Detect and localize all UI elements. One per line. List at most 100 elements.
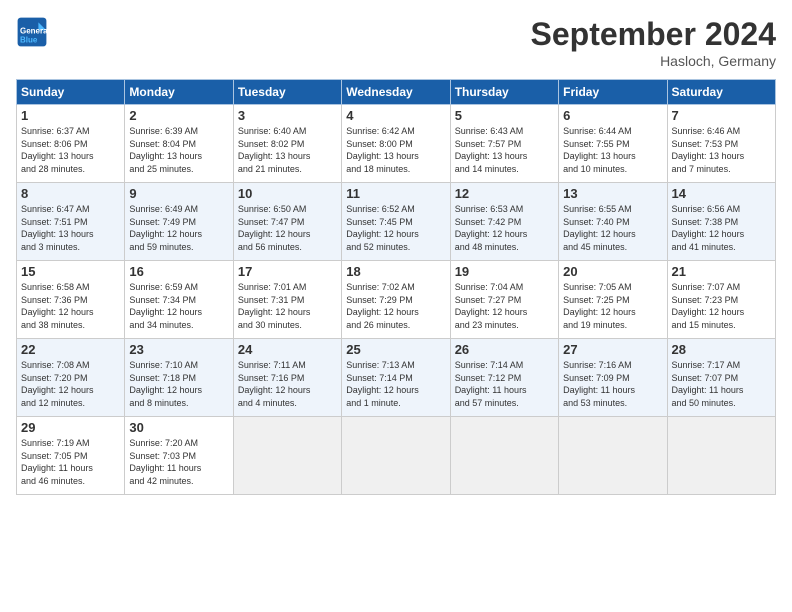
table-cell [450, 417, 558, 495]
logo-icon: General Blue [16, 16, 48, 48]
col-saturday: Saturday [667, 80, 775, 105]
table-cell: 28 Sunrise: 7:17 AMSunset: 7:07 PMDayligh… [667, 339, 775, 417]
col-tuesday: Tuesday [233, 80, 341, 105]
day-number: 18 [346, 264, 445, 279]
table-cell: 27 Sunrise: 7:16 AMSunset: 7:09 PMDayligh… [559, 339, 667, 417]
day-info: Sunrise: 6:53 AMSunset: 7:42 PMDaylight:… [455, 203, 554, 253]
table-cell: 7Sunrise: 6:46 AMSunset: 7:53 PMDaylight… [667, 105, 775, 183]
table-row: 22 Sunrise: 7:08 AMSunset: 7:20 PMDayligh… [17, 339, 776, 417]
col-sunday: Sunday [17, 80, 125, 105]
table-row: 1 Sunrise: 6:37 AMSunset: 8:06 PMDaylight… [17, 105, 776, 183]
col-wednesday: Wednesday [342, 80, 450, 105]
day-number: 1 [21, 108, 120, 123]
table-cell: 8 Sunrise: 6:47 AMSunset: 7:51 PMDaylight… [17, 183, 125, 261]
table-cell: 6 Sunrise: 6:44 AMSunset: 7:55 PMDaylight… [559, 105, 667, 183]
day-info: Sunrise: 7:13 AMSunset: 7:14 PMDaylight:… [346, 359, 445, 409]
table-cell: 13 Sunrise: 6:55 AMSunset: 7:40 PMDayligh… [559, 183, 667, 261]
table-cell: 23 Sunrise: 7:10 AMSunset: 7:18 PMDayligh… [125, 339, 233, 417]
location: Hasloch, Germany [531, 53, 776, 69]
day-info: Sunrise: 6:52 AMSunset: 7:45 PMDaylight:… [346, 203, 445, 253]
day-info: Sunrise: 7:04 AMSunset: 7:27 PMDaylight:… [455, 281, 554, 331]
day-info: Sunrise: 6:47 AMSunset: 7:51 PMDaylight:… [21, 203, 120, 253]
day-number: 24 [238, 342, 337, 357]
day-number: 19 [455, 264, 554, 279]
col-thursday: Thursday [450, 80, 558, 105]
day-number: 25 [346, 342, 445, 357]
table-cell: 22 Sunrise: 7:08 AMSunset: 7:20 PMDayligh… [17, 339, 125, 417]
header-row: Sunday Monday Tuesday Wednesday Thursday… [17, 80, 776, 105]
day-info: Sunrise: 7:05 AMSunset: 7:25 PMDaylight:… [563, 281, 662, 331]
day-info: Sunrise: 7:10 AMSunset: 7:18 PMDaylight:… [129, 359, 228, 409]
table-cell: 12 Sunrise: 6:53 AMSunset: 7:42 PMDayligh… [450, 183, 558, 261]
table-cell: 20 Sunrise: 7:05 AMSunset: 7:25 PMDayligh… [559, 261, 667, 339]
table-cell [342, 417, 450, 495]
day-info: Sunrise: 6:50 AMSunset: 7:47 PMDaylight:… [238, 203, 337, 253]
day-info: Sunrise: 6:42 AMSunset: 8:00 PMDaylight:… [346, 125, 445, 175]
day-number: 16 [129, 264, 228, 279]
table-cell: 3Sunrise: 6:40 AMSunset: 8:02 PMDaylight… [233, 105, 341, 183]
table-cell: 29Sunrise: 7:19 AMSunset: 7:05 PMDayligh… [17, 417, 125, 495]
table-cell: 9 Sunrise: 6:49 AMSunset: 7:49 PMDaylight… [125, 183, 233, 261]
day-info: Sunrise: 6:44 AMSunset: 7:55 PMDaylight:… [563, 125, 662, 175]
table-cell [667, 417, 775, 495]
day-number: 12 [455, 186, 554, 201]
day-number: 28 [672, 342, 771, 357]
day-number: 4 [346, 108, 445, 123]
svg-text:Blue: Blue [20, 35, 38, 44]
table-cell: 24 Sunrise: 7:11 AMSunset: 7:16 PMDayligh… [233, 339, 341, 417]
svg-text:General: General [20, 27, 48, 36]
day-info: Sunrise: 6:37 AMSunset: 8:06 PMDaylight:… [21, 125, 120, 175]
day-info: Sunrise: 7:17 AMSunset: 7:07 PMDaylight:… [672, 359, 771, 409]
day-info: Sunrise: 6:56 AMSunset: 7:38 PMDaylight:… [672, 203, 771, 253]
day-info: Sunrise: 6:43 AMSunset: 7:57 PMDaylight:… [455, 125, 554, 175]
day-info: Sunrise: 6:55 AMSunset: 7:40 PMDaylight:… [563, 203, 662, 253]
day-info: Sunrise: 6:49 AMSunset: 7:49 PMDaylight:… [129, 203, 228, 253]
table-cell: 4 Sunrise: 6:42 AMSunset: 8:00 PMDaylight… [342, 105, 450, 183]
day-info: Sunrise: 6:59 AMSunset: 7:34 PMDaylight:… [129, 281, 228, 331]
table-cell: 10Sunrise: 6:50 AMSunset: 7:47 PMDayligh… [233, 183, 341, 261]
table-cell: 26 Sunrise: 7:14 AMSunset: 7:12 PMDayligh… [450, 339, 558, 417]
day-info: Sunrise: 6:46 AMSunset: 7:53 PMDaylight:… [672, 125, 771, 175]
day-number: 15 [21, 264, 120, 279]
day-number: 21 [672, 264, 771, 279]
day-number: 14 [672, 186, 771, 201]
month-title: September 2024 [531, 16, 776, 53]
table-cell: 11 Sunrise: 6:52 AMSunset: 7:45 PMDayligh… [342, 183, 450, 261]
table-cell [233, 417, 341, 495]
table-cell: 14 Sunrise: 6:56 AMSunset: 7:38 PMDayligh… [667, 183, 775, 261]
day-number: 13 [563, 186, 662, 201]
col-friday: Friday [559, 80, 667, 105]
day-number: 8 [21, 186, 120, 201]
day-number: 22 [21, 342, 120, 357]
table-row: 8 Sunrise: 6:47 AMSunset: 7:51 PMDaylight… [17, 183, 776, 261]
day-number: 26 [455, 342, 554, 357]
day-info: Sunrise: 7:14 AMSunset: 7:12 PMDaylight:… [455, 359, 554, 409]
day-info: Sunrise: 7:19 AMSunset: 7:05 PMDaylight:… [21, 437, 120, 487]
table-row: 29Sunrise: 7:19 AMSunset: 7:05 PMDayligh… [17, 417, 776, 495]
day-info: Sunrise: 7:08 AMSunset: 7:20 PMDaylight:… [21, 359, 120, 409]
day-number: 23 [129, 342, 228, 357]
table-cell: 15 Sunrise: 6:58 AMSunset: 7:36 PMDayligh… [17, 261, 125, 339]
day-number: 27 [563, 342, 662, 357]
day-info: Sunrise: 7:11 AMSunset: 7:16 PMDaylight:… [238, 359, 337, 409]
day-info: Sunrise: 6:58 AMSunset: 7:36 PMDaylight:… [21, 281, 120, 331]
day-number: 6 [563, 108, 662, 123]
day-number: 17 [238, 264, 337, 279]
day-number: 9 [129, 186, 228, 201]
table-row: 15 Sunrise: 6:58 AMSunset: 7:36 PMDayligh… [17, 261, 776, 339]
table-cell: 21Sunrise: 7:07 AMSunset: 7:23 PMDayligh… [667, 261, 775, 339]
day-number: 20 [563, 264, 662, 279]
day-number: 30 [129, 420, 228, 435]
logo: General Blue [16, 16, 52, 48]
day-info: Sunrise: 6:40 AMSunset: 8:02 PMDaylight:… [238, 125, 337, 175]
title-block: September 2024 Hasloch, Germany [531, 16, 776, 69]
table-cell: 16 Sunrise: 6:59 AMSunset: 7:34 PMDayligh… [125, 261, 233, 339]
calendar-page: General Blue September 2024 Hasloch, Ger… [0, 0, 792, 505]
day-number: 11 [346, 186, 445, 201]
table-cell: 1 Sunrise: 6:37 AMSunset: 8:06 PMDaylight… [17, 105, 125, 183]
day-info: Sunrise: 7:16 AMSunset: 7:09 PMDaylight:… [563, 359, 662, 409]
calendar-table: Sunday Monday Tuesday Wednesday Thursday… [16, 79, 776, 495]
table-cell: 18Sunrise: 7:02 AMSunset: 7:29 PMDayligh… [342, 261, 450, 339]
header: General Blue September 2024 Hasloch, Ger… [16, 16, 776, 69]
table-cell: 19 Sunrise: 7:04 AMSunset: 7:27 PMDayligh… [450, 261, 558, 339]
